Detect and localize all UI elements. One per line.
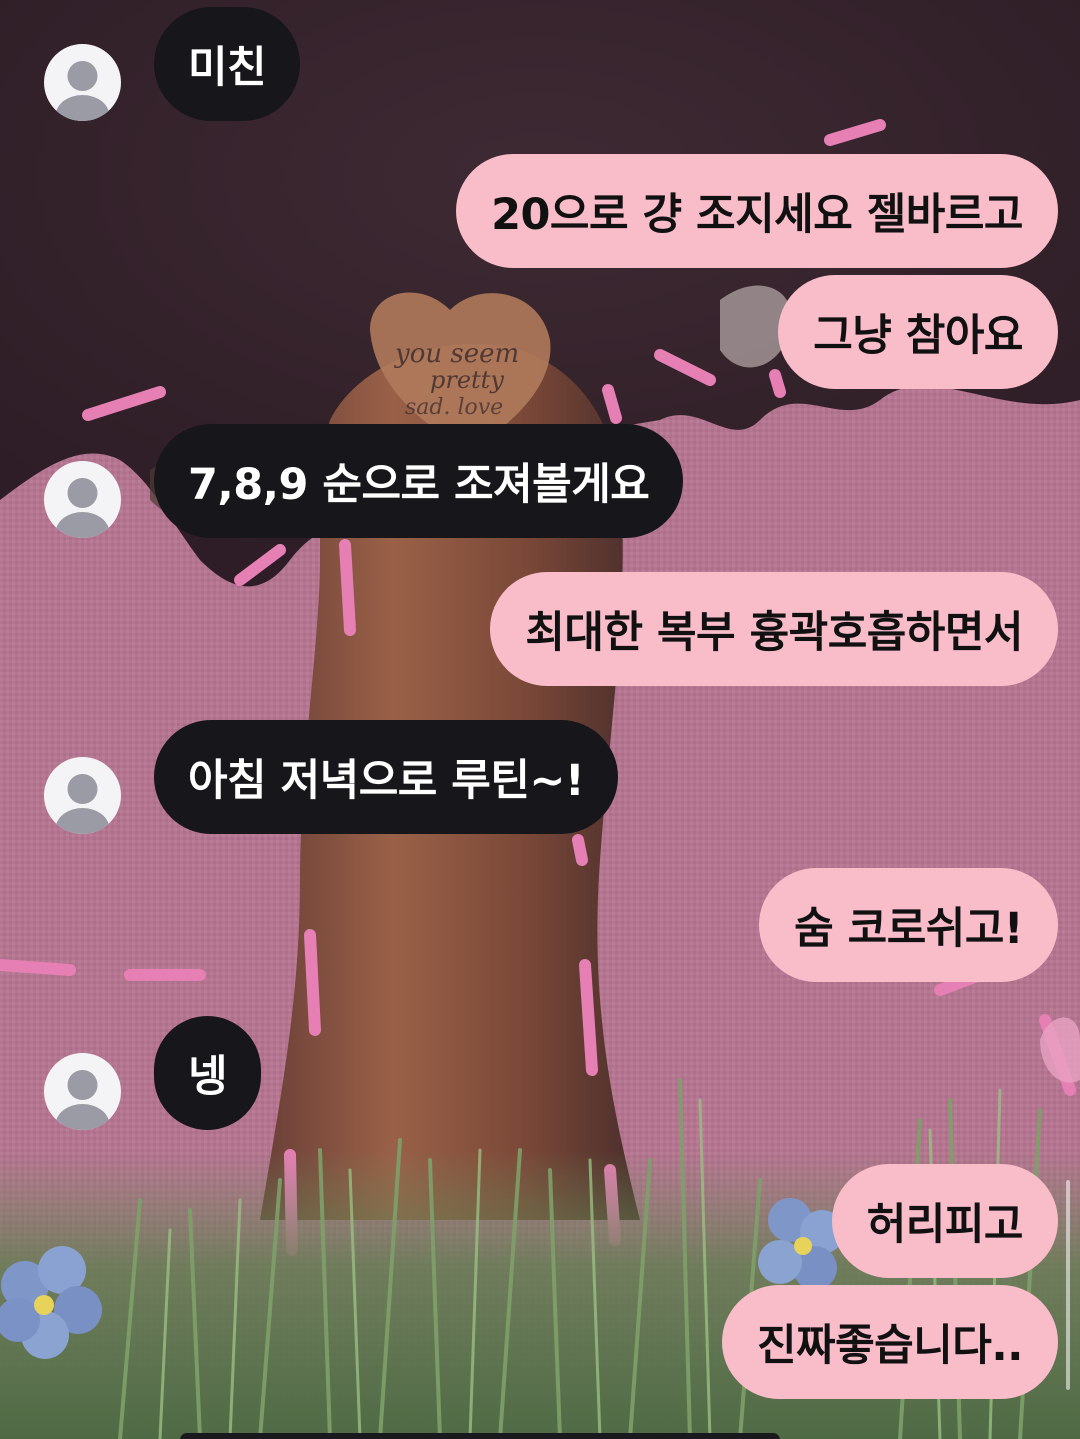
message-bubble-outgoing[interactable]: 그냥 참아요 <box>778 275 1058 389</box>
message-text: 미친 <box>188 43 267 93</box>
avatar[interactable] <box>44 461 121 538</box>
message-bubble-outgoing[interactable]: 20으로 걍 조지세요 젤바르고 <box>456 154 1058 268</box>
message-bubble-incoming[interactable]: 7,8,9 순으로 조져볼게요 <box>154 424 684 538</box>
default-user-icon <box>55 1070 110 1130</box>
next-message-edge <box>180 1433 780 1439</box>
avatar[interactable] <box>44 757 121 834</box>
message-text: 아침 저녁으로 루틴~! <box>188 756 585 806</box>
message-bubble-outgoing[interactable]: 진짜좋습니다.. <box>721 1285 1058 1399</box>
message-text: 허리피고 <box>866 1200 1024 1250</box>
scrollbar[interactable] <box>1066 1180 1070 1390</box>
message-list[interactable]: 미친 20으로 걍 조지세요 젤바르고 그냥 참아요 7,8,9 순으로 조져볼… <box>0 0 1080 1439</box>
message-bubble-incoming[interactable]: 미친 <box>154 7 301 121</box>
message-text: 최대한 복부 흉곽호흡하면서 <box>525 608 1023 658</box>
default-user-icon <box>55 774 110 834</box>
avatar[interactable] <box>44 1053 121 1130</box>
message-text: 진짜좋습니다.. <box>756 1321 1024 1371</box>
message-text: 20으로 걍 조지세요 젤바르고 <box>491 190 1023 240</box>
message-text: 넹 <box>188 1052 228 1102</box>
chat-screen: you seem pretty sad. love 미친 20으로 걍 조지세요… <box>0 0 1080 1439</box>
message-text: 그냥 참아요 <box>813 311 1023 361</box>
avatar[interactable] <box>44 44 121 121</box>
message-bubble-incoming[interactable]: 넹 <box>154 1016 262 1130</box>
message-bubble-outgoing[interactable]: 허리피고 <box>831 1164 1058 1278</box>
message-bubble-outgoing[interactable]: 숨 코로쉬고! <box>759 868 1058 982</box>
default-user-icon <box>55 61 110 121</box>
default-user-icon <box>55 478 110 538</box>
message-bubble-incoming[interactable]: 아침 저녁으로 루틴~! <box>154 720 619 834</box>
message-bubble-outgoing[interactable]: 최대한 복부 흉곽호흡하면서 <box>490 572 1058 686</box>
message-text: 숨 코로쉬고! <box>794 904 1023 954</box>
message-text: 7,8,9 순으로 조져볼게요 <box>188 460 650 510</box>
